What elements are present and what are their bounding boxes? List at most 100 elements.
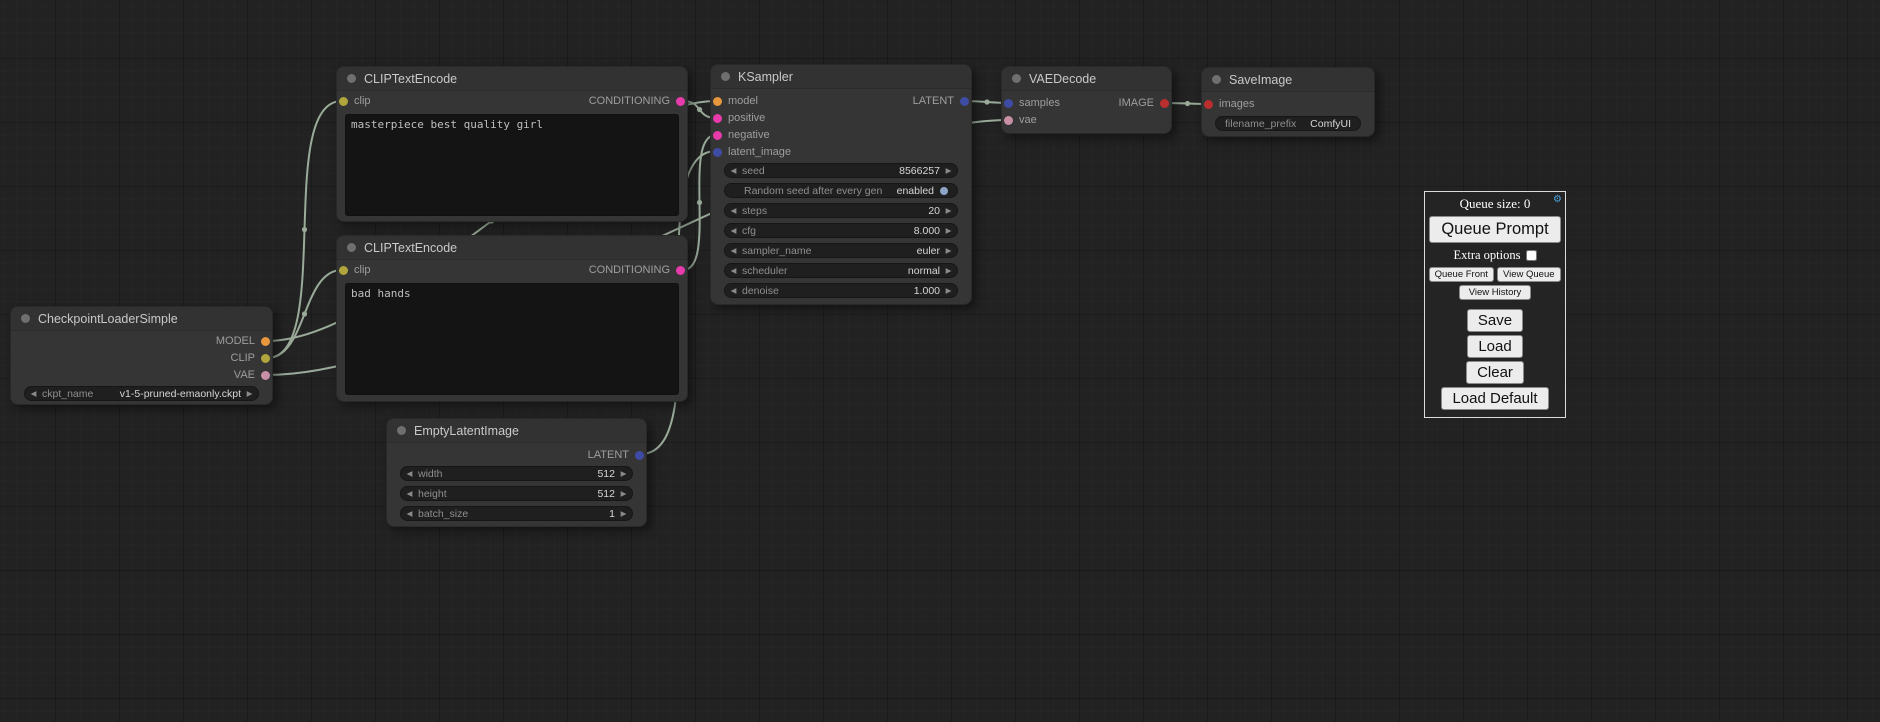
node-clip-text-encode-positive[interactable]: CLIPTextEncode clip CONDITIONING masterp…: [336, 66, 688, 222]
increment-arrow-icon[interactable]: ▶: [940, 264, 957, 277]
decrement-arrow-icon[interactable]: ◀: [401, 487, 418, 500]
output-slot-image[interactable]: [1160, 99, 1169, 108]
graph-canvas[interactable]: CheckpointLoaderSimple MODEL CLIP VAE: [0, 0, 1880, 722]
decrement-arrow-icon[interactable]: ◀: [401, 467, 418, 480]
increment-arrow-icon[interactable]: ▶: [940, 204, 957, 217]
view-history-button[interactable]: View History: [1459, 285, 1532, 300]
decrement-arrow-icon[interactable]: ◀: [725, 264, 742, 277]
widget-cfg[interactable]: ◀ cfg 8.000 ▶: [724, 223, 958, 238]
decrement-arrow-icon[interactable]: ◀: [725, 284, 742, 297]
widget-seed[interactable]: ◀ seed 8566257 ▶: [724, 163, 958, 178]
settings-gear-icon[interactable]: ⚙: [1553, 194, 1562, 205]
decrement-arrow-icon[interactable]: ◀: [725, 244, 742, 257]
node-title-bar[interactable]: SaveImage: [1202, 68, 1374, 92]
input-slot-latent-image[interactable]: [713, 148, 722, 157]
output-slot-vae[interactable]: [261, 371, 270, 380]
queue-front-button[interactable]: Queue Front: [1429, 267, 1494, 282]
positive-prompt-textarea[interactable]: masterpiece best quality girl: [345, 114, 679, 216]
collapse-dot[interactable]: [721, 72, 730, 81]
input-slot-clip[interactable]: [339, 97, 348, 106]
input-slot-clip[interactable]: [339, 266, 348, 275]
collapse-dot[interactable]: [1012, 74, 1021, 83]
input-label: latent_image: [728, 147, 791, 158]
increment-arrow-icon[interactable]: ▶: [615, 467, 632, 480]
increment-arrow-icon[interactable]: ▶: [940, 164, 957, 177]
decrement-arrow-icon[interactable]: ◀: [725, 224, 742, 237]
increment-arrow-icon[interactable]: ▶: [940, 244, 957, 257]
increment-arrow-icon[interactable]: ▶: [615, 487, 632, 500]
collapse-dot[interactable]: [347, 74, 356, 83]
output-slot-latent[interactable]: [635, 451, 644, 460]
widget-label: sampler_name: [742, 245, 811, 257]
input-slot-positive[interactable]: [713, 114, 722, 123]
input-slot-model[interactable]: [713, 97, 722, 106]
clear-button[interactable]: Clear: [1466, 361, 1524, 384]
input-label: negative: [728, 130, 770, 141]
extra-options-checkbox[interactable]: [1526, 250, 1537, 261]
extra-options-row: Extra options: [1429, 248, 1561, 263]
node-save-image[interactable]: SaveImage images filename_prefix ComfyUI: [1201, 67, 1375, 137]
load-button[interactable]: Load: [1467, 335, 1522, 358]
node-title-bar[interactable]: CheckpointLoaderSimple: [11, 307, 272, 331]
widget-label: Random seed after every gen: [744, 185, 882, 197]
widget-value: 8566257: [899, 165, 940, 177]
save-button[interactable]: Save: [1467, 309, 1523, 332]
negative-prompt-textarea[interactable]: bad hands: [345, 283, 679, 395]
widget-random-seed-toggle[interactable]: Random seed after every gen enabled: [724, 183, 958, 198]
input-slot-vae[interactable]: [1004, 116, 1013, 125]
increment-arrow-icon[interactable]: ▶: [940, 224, 957, 237]
node-title-bar[interactable]: KSampler: [711, 65, 971, 89]
node-vae-decode[interactable]: VAEDecode samples IMAGE vae: [1001, 66, 1172, 134]
collapse-dot[interactable]: [1212, 75, 1221, 84]
widget-scheduler[interactable]: ◀ scheduler normal ▶: [724, 263, 958, 278]
increment-arrow-icon[interactable]: ▶: [241, 387, 258, 400]
widget-batch-size[interactable]: ◀ batch_size 1 ▶: [400, 506, 633, 521]
collapse-dot[interactable]: [397, 426, 406, 435]
input-slot-samples[interactable]: [1004, 99, 1013, 108]
node-empty-latent-image[interactable]: EmptyLatentImage LATENT ◀ width 512 ▶ ◀ …: [386, 418, 647, 527]
increment-arrow-icon[interactable]: ▶: [615, 507, 632, 520]
widget-steps[interactable]: ◀ steps 20 ▶: [724, 203, 958, 218]
input-slot-images[interactable]: [1204, 100, 1213, 109]
node-checkpoint-loader-simple[interactable]: CheckpointLoaderSimple MODEL CLIP VAE: [10, 306, 273, 405]
output-slot-conditioning[interactable]: [676, 97, 685, 106]
node-title: CLIPTextEncode: [364, 241, 457, 255]
widget-label: height: [418, 488, 447, 500]
node-title-bar[interactable]: EmptyLatentImage: [387, 419, 646, 443]
node-title-bar[interactable]: CLIPTextEncode: [337, 236, 687, 260]
decrement-arrow-icon[interactable]: ◀: [725, 164, 742, 177]
widget-value: euler: [917, 245, 940, 257]
widget-filename-prefix[interactable]: filename_prefix ComfyUI: [1215, 116, 1361, 131]
toggle-on-indicator[interactable]: [940, 187, 948, 195]
decrement-arrow-icon[interactable]: ◀: [725, 204, 742, 217]
collapse-dot[interactable]: [347, 243, 356, 252]
widget-ckpt-name[interactable]: ◀ ckpt_name v1-5-pruned-emaonly.ckpt ▶: [24, 386, 259, 401]
decrement-arrow-icon[interactable]: ◀: [25, 387, 42, 400]
widget-value: v1-5-pruned-emaonly.ckpt: [120, 388, 241, 400]
node-title-bar[interactable]: CLIPTextEncode: [337, 67, 687, 91]
node-ksampler[interactable]: KSampler model LATENT positive: [710, 64, 972, 305]
input-label: clip: [354, 265, 371, 276]
input-label: model: [728, 96, 758, 107]
output-label: MODEL: [216, 336, 255, 347]
decrement-arrow-icon[interactable]: ◀: [401, 507, 418, 520]
node-title: KSampler: [738, 70, 793, 84]
input-slot-negative[interactable]: [713, 131, 722, 140]
output-slot-model[interactable]: [261, 337, 270, 346]
node-title: SaveImage: [1229, 73, 1292, 87]
widget-width[interactable]: ◀ width 512 ▶: [400, 466, 633, 481]
output-slot-conditioning[interactable]: [676, 266, 685, 275]
node-clip-text-encode-negative[interactable]: CLIPTextEncode clip CONDITIONING bad han…: [336, 235, 688, 402]
widget-sampler-name[interactable]: ◀ sampler_name euler ▶: [724, 243, 958, 258]
increment-arrow-icon[interactable]: ▶: [940, 284, 957, 297]
widget-denoise[interactable]: ◀ denoise 1.000 ▶: [724, 283, 958, 298]
output-slot-clip[interactable]: [261, 354, 270, 363]
load-default-button[interactable]: Load Default: [1441, 387, 1548, 410]
collapse-dot[interactable]: [21, 314, 30, 323]
queue-prompt-button[interactable]: Queue Prompt: [1429, 216, 1561, 243]
output-slot-latent[interactable]: [960, 97, 969, 106]
widget-height[interactable]: ◀ height 512 ▶: [400, 486, 633, 501]
widget-label: seed: [742, 165, 765, 177]
view-queue-button[interactable]: View Queue: [1497, 267, 1562, 282]
node-title-bar[interactable]: VAEDecode: [1002, 67, 1171, 91]
